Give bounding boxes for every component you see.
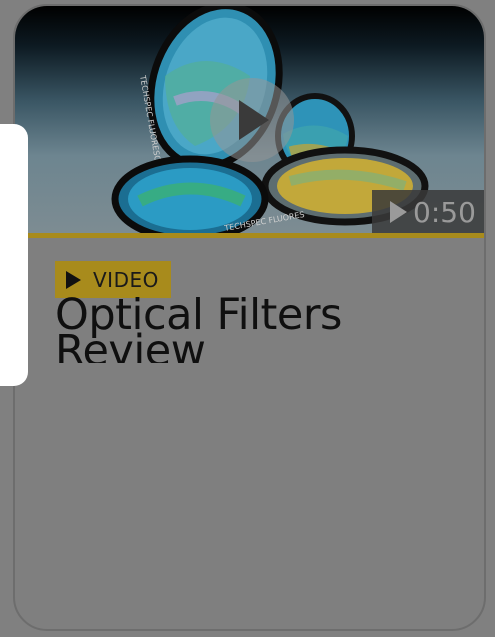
card-title[interactable]: Optical Filters Review (55, 297, 475, 363)
video-thumbnail[interactable]: TECHSPEC FLUORESCENCE TECHSPEC FLUORES 0… (15, 6, 484, 234)
video-badge[interactable]: VIDEO (55, 261, 171, 298)
duration-badge: 0:50 (372, 190, 484, 234)
play-icon (239, 100, 269, 140)
video-play-icon (66, 270, 81, 289)
video-card[interactable]: TECHSPEC FLUORESCENCE TECHSPEC FLUORES 0… (13, 4, 486, 631)
play-button[interactable] (210, 78, 294, 162)
page: TECHSPEC FLUORESCENCE TECHSPEC FLUORES 0… (0, 0, 495, 637)
accent-divider (15, 233, 484, 238)
play-small-icon (390, 201, 407, 223)
duration-text: 0:50 (413, 195, 476, 229)
side-drawer-panel[interactable] (0, 124, 28, 386)
badge-label: VIDEO (93, 267, 159, 292)
